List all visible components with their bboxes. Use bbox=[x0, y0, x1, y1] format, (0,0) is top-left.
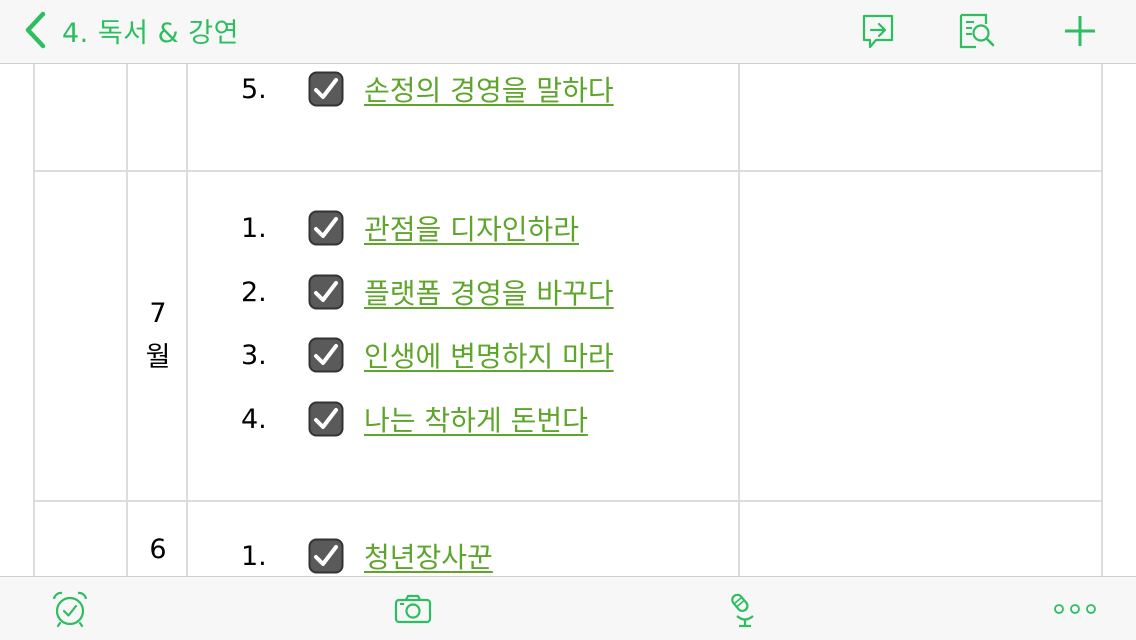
table-row: 5. 손정의 경영을 말하다 bbox=[33, 64, 1103, 172]
book-link[interactable]: 손정의 경영을 말하다 bbox=[364, 69, 614, 109]
list-item: 4. 나는 착하게 돈번다 bbox=[33, 399, 1103, 439]
item-number: 1. bbox=[241, 212, 267, 244]
list-item: 1. 관점을 디자인하라 bbox=[33, 208, 1103, 248]
table-row: 7 월 1. 관점을 디자인하라 2. 플랫폼 경영을 바꾸다 3. 인생에 변… bbox=[33, 172, 1103, 502]
table-row: 6 1. 청년장사꾼 bbox=[33, 502, 1103, 576]
bottom-toolbar bbox=[0, 576, 1136, 640]
book-link[interactable]: 나는 착하게 돈번다 bbox=[364, 399, 588, 439]
back-button[interactable]: 4. 독서 & 강연 bbox=[22, 8, 239, 52]
checkbox-checked-icon[interactable] bbox=[308, 274, 344, 310]
book-link[interactable]: 청년장사꾼 bbox=[364, 536, 493, 576]
checkbox-checked-icon[interactable] bbox=[308, 210, 344, 246]
list-item: 2. 플랫폼 경영을 바꾸다 bbox=[33, 272, 1103, 312]
item-number: 2. bbox=[241, 276, 267, 308]
back-chevron-icon bbox=[25, 11, 46, 49]
note-content[interactable]: 5. 손정의 경영을 말하다 7 월 1. 관점을 디자인하라 2. 플랫폼 경… bbox=[0, 64, 1136, 576]
find-in-note-icon[interactable] bbox=[956, 10, 996, 52]
book-link[interactable]: 관점을 디자인하라 bbox=[364, 208, 579, 248]
more-icon[interactable] bbox=[1053, 589, 1097, 629]
item-number: 4. bbox=[241, 403, 267, 435]
microphone-icon[interactable] bbox=[725, 589, 765, 629]
book-link[interactable]: 인생에 변명하지 마라 bbox=[364, 335, 614, 375]
list-item: 5. 손정의 경영을 말하다 bbox=[33, 69, 1103, 109]
checkbox-checked-icon[interactable] bbox=[308, 337, 344, 373]
reminder-alarm-icon[interactable] bbox=[50, 589, 90, 629]
share-icon[interactable] bbox=[858, 10, 898, 52]
checkbox-checked-icon[interactable] bbox=[308, 538, 344, 574]
list-item: 3. 인생에 변명하지 마라 bbox=[33, 335, 1103, 375]
book-link[interactable]: 플랫폼 경영을 바꾸다 bbox=[364, 272, 614, 312]
item-number: 3. bbox=[241, 339, 267, 371]
camera-icon[interactable] bbox=[393, 589, 433, 629]
note-table: 5. 손정의 경영을 말하다 7 월 1. 관점을 디자인하라 2. 플랫폼 경… bbox=[33, 64, 1103, 576]
notebook-title: 4. 독서 & 강연 bbox=[62, 17, 239, 49]
item-number: 5. bbox=[241, 73, 267, 105]
top-toolbar: 4. 독서 & 강연 bbox=[0, 0, 1136, 64]
add-icon[interactable] bbox=[1060, 10, 1100, 52]
checkbox-checked-icon[interactable] bbox=[308, 71, 344, 107]
checkbox-checked-icon[interactable] bbox=[308, 401, 344, 437]
list-item: 1. 청년장사꾼 bbox=[33, 536, 1103, 576]
item-number: 1. bbox=[241, 540, 267, 572]
